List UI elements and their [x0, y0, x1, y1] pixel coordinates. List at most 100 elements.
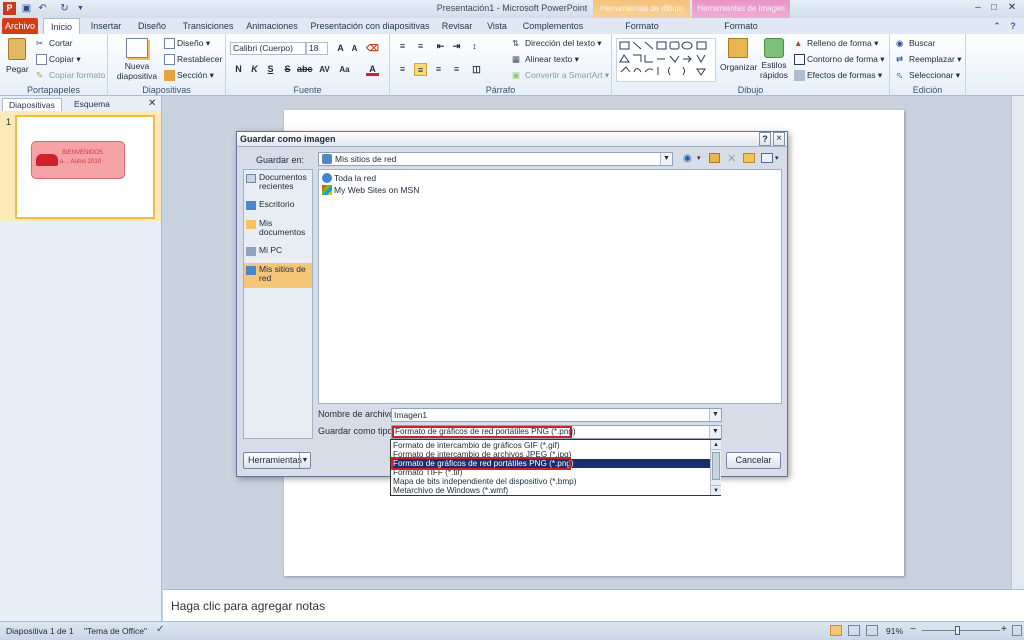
grow-font-icon[interactable]: A — [334, 42, 347, 55]
new-folder-icon[interactable] — [743, 153, 755, 163]
shape-fill-button[interactable]: ▲ Relleno de forma ▾ — [794, 38, 878, 49]
zoom-slider[interactable] — [922, 630, 1000, 631]
guardar-en-combo[interactable]: Mis sitios de red ▼ — [318, 152, 673, 166]
increase-indent-icon[interactable]: ⇥ — [450, 40, 463, 53]
vertical-scrollbar[interactable] — [1011, 96, 1024, 589]
copy-button[interactable]: Copiar ▾ — [36, 54, 81, 66]
up-folder-icon[interactable] — [709, 153, 720, 163]
reset-button[interactable]: Restablecer — [164, 54, 222, 66]
new-slide-button[interactable]: Nueva diapositiva — [113, 38, 161, 81]
tab-vista[interactable]: Vista — [482, 18, 512, 34]
place-my-documents[interactable]: Mis documentos — [244, 219, 312, 241]
sorter-view-icon[interactable] — [848, 625, 860, 636]
zoom-out-icon[interactable]: − — [910, 624, 916, 635]
file-type-option[interactable]: Formato de intercambio de gráficos GIF (… — [392, 441, 711, 450]
guardar-en-dropdown-icon[interactable]: ▼ — [660, 153, 672, 165]
notes-pane[interactable]: Haga clic para agregar notas — [163, 589, 1024, 621]
tab-formato-imagen[interactable]: Formato — [698, 18, 784, 34]
normal-view-icon[interactable] — [830, 625, 842, 636]
views-dropdown-icon[interactable]: ▾ — [775, 154, 779, 162]
shrink-font-icon[interactable]: A — [348, 42, 361, 55]
type-list-scrollbar[interactable]: ▲ ▼ — [710, 440, 721, 495]
tab-insertar[interactable]: Insertar — [86, 18, 126, 34]
text-direction-button[interactable]: ⇅ Dirección del texto ▾ — [512, 38, 602, 49]
file-type-option[interactable]: Metarchivo de Windows (*.wmf) — [392, 486, 711, 495]
tab-presentacion[interactable]: Presentación con diapositivas — [308, 18, 432, 34]
arrange-button[interactable]: Organizar — [720, 38, 757, 72]
columns-icon[interactable]: ◫ — [470, 63, 483, 76]
file-type-list[interactable]: Formato de intercambio de gráficos GIF (… — [390, 439, 721, 496]
replace-button[interactable]: ⇄ Reemplazar ▾ — [896, 54, 961, 65]
shape-effects-button[interactable]: Efectos de formas ▾ — [794, 70, 882, 82]
quick-styles-button[interactable]: Estilos rápidos — [756, 38, 792, 80]
file-type-option[interactable]: Mapa de bits independiente del dispositi… — [392, 477, 711, 486]
delete-icon[interactable]: ✕ — [727, 152, 736, 165]
section-button[interactable]: Sección ▾ — [164, 70, 214, 82]
zoom-in-icon[interactable]: + — [1001, 624, 1007, 635]
minimize-ribbon-icon[interactable]: ⌃ — [990, 18, 1004, 34]
help-icon[interactable]: ? — [1006, 18, 1020, 34]
slide-thumb-row[interactable]: 1 BIENVENIDOS a… Autos 2010 — [0, 111, 161, 221]
tab-animaciones[interactable]: Animaciones — [244, 18, 300, 34]
close-window-icon[interactable]: ✕ — [1004, 1, 1020, 15]
tools-button[interactable]: Herramientas ▼ — [243, 452, 311, 469]
maximize-icon[interactable]: □ — [986, 1, 1002, 15]
reading-view-icon[interactable] — [866, 625, 878, 636]
tab-esquema[interactable]: Esquema — [68, 98, 116, 111]
place-my-computer[interactable]: Mi PC — [244, 246, 312, 260]
align-center-icon[interactable]: ≡ — [414, 63, 427, 76]
minimize-icon[interactable]: – — [970, 1, 986, 15]
decrease-indent-icon[interactable]: ⇤ — [434, 40, 447, 53]
slide-thumbnail[interactable]: BIENVENIDOS a… Autos 2010 — [15, 115, 155, 219]
change-case-icon[interactable]: Aa — [338, 63, 351, 76]
numbering-icon[interactable]: ≡ — [414, 40, 427, 53]
align-text-button[interactable]: ▦ Alinear texto ▾ — [512, 54, 579, 65]
font-size-combo[interactable]: 18 — [306, 42, 328, 55]
format-painter-button[interactable]: ✎ Copiar formato — [36, 70, 105, 81]
tab-complementos[interactable]: Complementos — [520, 18, 586, 34]
place-network[interactable]: Mis sitios de red — [244, 263, 312, 288]
filename-input[interactable]: Imagen1 ▼ — [391, 408, 722, 422]
paste-button[interactable]: Pegar — [6, 38, 29, 84]
tab-formato-dibujo[interactable]: Formato — [598, 18, 686, 34]
cancel-button[interactable]: Cancelar — [726, 452, 781, 469]
shape-outline-button[interactable]: Contorno de forma ▾ — [794, 54, 885, 66]
scroll-down-icon[interactable]: ▼ — [711, 485, 721, 495]
shapes-gallery[interactable] — [616, 38, 716, 82]
views-icon[interactable] — [761, 153, 773, 163]
spellcheck-icon[interactable]: ✓ — [156, 624, 164, 635]
filename-dropdown-icon[interactable]: ▼ — [709, 409, 721, 421]
char-spacing-icon[interactable]: AV — [318, 63, 331, 76]
zoom-slider-thumb[interactable] — [955, 626, 960, 635]
align-left-icon[interactable]: ≡ — [396, 63, 409, 76]
tab-transiciones[interactable]: Transiciones — [178, 18, 238, 34]
smartart-button[interactable]: ▣ Convertir a SmartArt ▾ — [512, 70, 609, 81]
list-item[interactable]: My Web Sites on MSN — [321, 185, 419, 195]
font-color-icon[interactable]: A — [366, 63, 379, 76]
file-type-dropdown-icon[interactable]: ▼ — [709, 426, 721, 438]
cut-button[interactable]: ✂ Cortar — [36, 38, 73, 49]
dialog-close-button[interactable]: × — [773, 132, 785, 146]
strikethrough-icon[interactable]: abc — [297, 63, 313, 76]
file-list[interactable]: Toda la red My Web Sites on MSN — [318, 169, 782, 404]
tab-archivo[interactable]: Archivo — [2, 18, 38, 34]
tab-inicio[interactable]: Inicio — [43, 18, 80, 34]
line-spacing-icon[interactable]: ↕ — [468, 40, 481, 53]
tab-revisar[interactable]: Revisar — [437, 18, 477, 34]
align-right-icon[interactable]: ≡ — [432, 63, 445, 76]
file-type-combo[interactable]: Formato de gráficos de red portátiles PN… — [391, 425, 722, 439]
back-dropdown-icon[interactable]: ▾ — [697, 154, 701, 162]
dialog-help-button[interactable]: ? — [759, 132, 771, 146]
fit-window-icon[interactable] — [1012, 625, 1022, 636]
font-combo[interactable]: Calibri (Cuerpo) — [230, 42, 306, 55]
place-desktop[interactable]: Escritorio — [244, 200, 312, 214]
scroll-up-icon[interactable]: ▲ — [711, 440, 721, 450]
list-item[interactable]: Toda la red — [321, 173, 376, 183]
underline-icon[interactable]: S — [264, 63, 277, 76]
justify-icon[interactable]: ≡ — [450, 63, 463, 76]
layout-button[interactable]: Diseño ▾ — [164, 38, 210, 50]
zoom-level[interactable]: 91% — [886, 626, 903, 636]
back-icon[interactable]: ◉ — [683, 153, 692, 164]
shadow-icon[interactable]: S — [281, 63, 294, 76]
select-button[interactable]: ⬁ Seleccionar ▾ — [896, 70, 960, 81]
